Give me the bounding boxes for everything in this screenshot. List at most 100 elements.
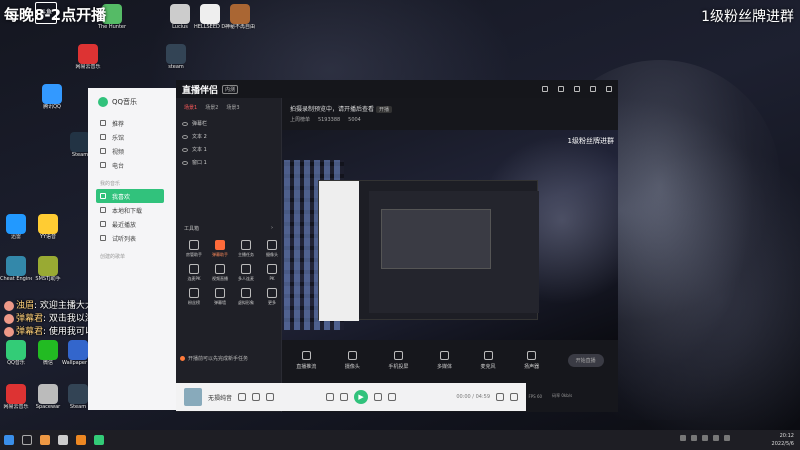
volume-tray-icon[interactable] — [713, 435, 719, 441]
scene-source-item[interactable]: 弹幕栏 — [176, 117, 281, 130]
rank-value: 5193388 — [317, 117, 341, 123]
volume-icon[interactable] — [388, 393, 397, 401]
desktop-icon[interactable]: 网易云音乐 — [0, 384, 32, 410]
tab-scene-1[interactable]: 场景1 — [184, 104, 197, 111]
playlist-icon[interactable] — [510, 393, 518, 401]
tray-icon[interactable] — [691, 435, 697, 441]
qq-music-window[interactable]: QQ音乐 推荐 乐馆 视频 电台 我的音乐 我喜欢 本地和下载 最近播放 试听列… — [88, 88, 176, 410]
library-icon — [100, 134, 106, 140]
network-icon[interactable] — [702, 435, 708, 441]
qq-music-taskbar-icon[interactable] — [94, 435, 104, 445]
app-taskbar-icon[interactable] — [58, 435, 68, 445]
menu-icon[interactable] — [574, 86, 580, 92]
media-icon — [439, 350, 449, 360]
music-player-bar[interactable]: 无損纯音 ▶ 00:00 / 04:59 — [176, 383, 526, 411]
desktop-icon[interactable]: 神秘不再自由 — [224, 4, 256, 30]
tab-scene-3[interactable]: 场景3 — [226, 104, 239, 111]
tool-room-manager[interactable]: 房管助手 — [182, 240, 206, 258]
settings-icon[interactable] — [558, 86, 564, 92]
tool-camera[interactable]: 摄像头 — [260, 240, 284, 258]
qq-nav-trial[interactable]: 试听列表 — [88, 231, 176, 245]
desktop-icon[interactable]: Lucius — [164, 4, 196, 30]
qq-nav-library[interactable]: 乐馆 — [88, 130, 176, 144]
shuffle-icon[interactable] — [326, 393, 335, 401]
minimize-icon[interactable] — [590, 86, 596, 92]
tool-danmu-wall[interactable]: 弹幕墙 — [208, 288, 232, 306]
download-icon[interactable] — [252, 393, 261, 401]
app-taskbar-icon[interactable] — [76, 435, 86, 445]
tool-more[interactable]: 更多 — [260, 288, 284, 306]
start-pill[interactable]: 开播 — [375, 106, 392, 113]
speaker-button[interactable]: 扬声器 — [524, 350, 539, 370]
qq-nav-local[interactable]: 本地和下载 — [88, 203, 176, 217]
desktop-icon[interactable]: 迅雷 — [0, 214, 32, 240]
desktop-icon[interactable]: QQ音乐 — [0, 340, 32, 366]
qq-nav-liked[interactable]: 我喜欢 — [96, 189, 164, 203]
eye-icon[interactable] — [182, 121, 188, 126]
scene-source-item[interactable]: 文本 1 — [176, 143, 281, 156]
search-icon[interactable] — [22, 435, 32, 445]
tool-multi-link[interactable]: 多人连麦 — [234, 264, 258, 282]
tray-icon[interactable] — [680, 435, 686, 441]
notification-icon[interactable] — [542, 86, 548, 92]
qq-nav-recent[interactable]: 最近播放 — [88, 217, 176, 231]
song-title[interactable]: 无損纯音 — [208, 393, 232, 402]
previous-icon[interactable] — [340, 393, 349, 401]
ime-icon[interactable] — [724, 435, 730, 441]
desktop-icon[interactable]: 腾讯QQ — [36, 84, 68, 110]
tool-streamer-task[interactable]: 主播任务 — [234, 240, 258, 258]
desktop-icon[interactable]: YY语音 — [32, 214, 64, 240]
eye-icon[interactable] — [182, 134, 188, 139]
app-icon — [68, 384, 88, 404]
close-icon[interactable] — [606, 86, 612, 92]
play-icon[interactable]: ▶ — [354, 390, 369, 404]
qq-nav-recommend[interactable]: 推荐 — [88, 116, 176, 130]
desktop-icon[interactable]: Spacewar — [32, 384, 64, 410]
stream-preview[interactable]: 1级粉丝牌进群 — [282, 130, 618, 340]
desktop-icon[interactable]: HELLSEED Demo — [194, 4, 226, 30]
phone-cast-button[interactable]: 手机投屏 — [388, 350, 408, 370]
windows-start-icon[interactable] — [4, 435, 14, 445]
tool-icon — [189, 240, 199, 250]
tool-pk[interactable]: PK — [260, 264, 284, 282]
chevron-right-icon[interactable]: › — [271, 225, 273, 232]
tool-danmu-helper[interactable]: 弹幕助手 — [208, 240, 232, 258]
tab-scene-2[interactable]: 场景2 — [205, 104, 218, 111]
tool-avatar[interactable]: 虚拟形象 — [234, 288, 258, 306]
desktop-icon[interactable]: 网易云音乐 — [72, 44, 104, 70]
live-notice[interactable]: 开播前可以先完成新手任务 — [180, 355, 248, 362]
list-icon — [100, 235, 106, 241]
scene-source-item[interactable]: 窗口 1 — [176, 156, 281, 169]
next-icon[interactable] — [374, 393, 383, 401]
camera-button[interactable]: 摄像头 — [345, 350, 360, 370]
push-stream-button[interactable]: 直播推流 — [296, 350, 316, 370]
tool-icon — [241, 264, 251, 274]
eye-icon[interactable] — [182, 160, 188, 165]
live-companion-window[interactable]: 直播伴侣 内测 场景1 场景2 场景3 弹幕栏 文本 2 文本 1 窗口 1 工… — [176, 80, 618, 412]
download-icon — [100, 207, 106, 213]
heart-icon[interactable] — [238, 393, 247, 401]
desktop-icon[interactable]: 微信 — [32, 340, 64, 366]
start-live-button[interactable]: 开始直播 — [567, 353, 604, 367]
eye-icon[interactable] — [182, 147, 188, 152]
desktop-icon[interactable]: Cheat Engine — [0, 256, 32, 282]
clock[interactable]: 20:12 2022/5/6 — [772, 432, 794, 448]
live-app-brand: 直播伴侣 — [182, 85, 219, 96]
preview-fans-text: 1级粉丝牌进群 — [567, 137, 614, 145]
tool-link-pk[interactable]: 连麦PK — [182, 264, 206, 282]
more-icon[interactable] — [266, 393, 275, 401]
tool-fans-rank[interactable]: 粉丝榜 — [182, 288, 206, 306]
multimedia-button[interactable]: 多媒体 — [437, 350, 452, 370]
user-avatar — [4, 300, 14, 311]
scene-source-item[interactable]: 文本 2 — [176, 130, 281, 143]
radio-icon — [100, 162, 106, 168]
microphone-button[interactable]: 麦克风 — [481, 350, 496, 370]
qq-nav-radio[interactable]: 电台 — [88, 158, 176, 172]
album-cover[interactable] — [184, 388, 202, 406]
tool-video-live[interactable]: 视频直播 — [208, 264, 232, 282]
lyrics-icon[interactable] — [496, 393, 504, 401]
desktop-icon[interactable]: SMSTJ助手 — [32, 256, 64, 282]
chrome-icon[interactable] — [40, 435, 50, 445]
desktop-icon[interactable]: steam — [160, 44, 192, 70]
qq-nav-video[interactable]: 视频 — [88, 144, 176, 158]
